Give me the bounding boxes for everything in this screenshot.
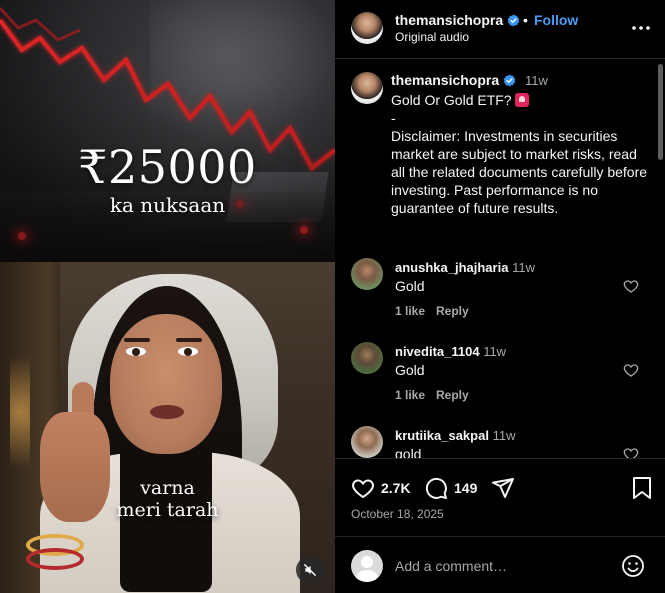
- presenter-eye: [126, 347, 146, 356]
- comment-avatar[interactable]: [351, 426, 383, 458]
- comment-username[interactable]: anushka_jhajharia 11w: [395, 260, 535, 275]
- like-count[interactable]: 2.7K: [381, 480, 411, 496]
- comment-action[interactable]: 149: [424, 476, 477, 500]
- comment-username-text: nivedita_1104: [395, 344, 480, 359]
- heart-icon[interactable]: [623, 446, 639, 458]
- loss-amount-text: ₹25000: [78, 140, 257, 194]
- mute-button[interactable]: [296, 556, 324, 584]
- scrollbar-thumb[interactable]: [658, 64, 663, 160]
- comment-bubble-icon[interactable]: [424, 476, 448, 500]
- comment-username-text: anushka_jhajharia: [395, 260, 509, 275]
- comment-username-text: krutiika_sakpal: [395, 428, 489, 443]
- caption-author-avatar[interactable]: [351, 72, 383, 104]
- comment-count: 149: [454, 480, 478, 496]
- media-bottom-panel: [0, 262, 335, 593]
- comment-item: anushka_jhajharia 11w Gold 1 like Reply: [335, 258, 665, 342]
- post-media[interactable]: ₹25000 ka nuksaan varna meri tarah: [0, 0, 335, 593]
- save-action[interactable]: [631, 476, 653, 500]
- red-bangle: [26, 548, 84, 570]
- share-paper-plane-icon[interactable]: [491, 476, 515, 500]
- caption-text: Gold Or Gold ETF? - Disclaimer: Investme…: [391, 91, 651, 217]
- video-overlay-caption: varna meri tarah: [0, 477, 335, 521]
- comment-item: krutiika_sakpal 11w gold: [335, 426, 665, 458]
- muted-speaker-icon: [304, 564, 316, 576]
- comment-time-ago: 11w: [492, 428, 516, 443]
- author-username-link[interactable]: themansichopra: [395, 12, 520, 28]
- presenter-face: [110, 314, 222, 454]
- current-user-avatar: [351, 550, 383, 582]
- presenter-eye: [178, 347, 198, 356]
- post-header: themansichopra • Follow Original audio: [335, 0, 665, 59]
- siren-emoji-icon: [514, 93, 529, 107]
- comment-time-ago: 11w: [512, 260, 535, 275]
- caption-time-ago[interactable]: 11w: [525, 73, 548, 88]
- follow-button[interactable]: Follow: [534, 12, 578, 28]
- like-action[interactable]: 2.7K: [351, 476, 411, 500]
- comment-likes-link[interactable]: 1 like: [395, 304, 425, 318]
- overlay-caption-line: varna: [140, 477, 195, 499]
- add-comment-bar: [335, 536, 665, 593]
- original-audio-link[interactable]: Original audio: [395, 30, 469, 44]
- loss-caption-text: ka nuksaan: [109, 193, 226, 217]
- caption-body: - Disclaimer: Investments in securities …: [391, 110, 648, 216]
- caption-title: Gold Or Gold ETF?: [391, 92, 512, 108]
- more-options-button[interactable]: [631, 18, 651, 38]
- media-shade: [0, 0, 335, 262]
- presenter-brow: [176, 338, 202, 342]
- presenter-mouth: [150, 405, 184, 419]
- comment-avatar[interactable]: [351, 258, 383, 290]
- heart-icon[interactable]: [623, 278, 639, 294]
- post-actions: 2.7K 149 October 18, 2025: [335, 458, 665, 536]
- media-top-panel: ₹25000 ka nuksaan: [0, 0, 335, 262]
- post-sidebar: themansichopra • Follow Original audio t…: [335, 0, 665, 593]
- comment-username[interactable]: nivedita_1104 11w: [395, 344, 506, 359]
- presenter-brow: [124, 338, 150, 342]
- comment-reply-button[interactable]: Reply: [436, 388, 469, 402]
- heart-icon[interactable]: [351, 476, 375, 500]
- comments-list[interactable]: themansichopra 11w Gold Or Gold ETF? - D…: [335, 60, 665, 458]
- more-options-icon: [632, 26, 650, 30]
- comment-reply-button[interactable]: Reply: [436, 304, 469, 318]
- comment-username[interactable]: krutiika_sakpal 11w: [395, 428, 515, 443]
- bookmark-icon[interactable]: [631, 476, 653, 500]
- caption-author-username: themansichopra: [391, 72, 500, 88]
- comment-time-ago: 11w: [483, 344, 507, 359]
- comment-input[interactable]: [395, 555, 605, 577]
- comment-text: Gold: [395, 362, 425, 378]
- share-action[interactable]: [491, 476, 515, 500]
- overlay-caption-line: meri tarah: [116, 499, 219, 521]
- verified-badge-icon: [503, 74, 516, 87]
- comment-text: Gold: [395, 278, 425, 294]
- comments-scrollbar[interactable]: [657, 60, 664, 458]
- comment-item: nivedita_1104 11w Gold 1 like Reply: [335, 342, 665, 426]
- author-username: themansichopra: [395, 12, 504, 28]
- post-date[interactable]: October 18, 2025: [351, 507, 444, 521]
- comment-likes-link[interactable]: 1 like: [395, 388, 425, 402]
- comment-avatar[interactable]: [351, 342, 383, 374]
- header-separator: •: [523, 12, 528, 28]
- caption-author-link[interactable]: themansichopra: [391, 72, 516, 88]
- heart-icon[interactable]: [623, 362, 639, 378]
- emoji-smiley-icon[interactable]: [621, 554, 645, 578]
- verified-badge-icon: [507, 14, 520, 27]
- background-warm-light: [10, 332, 30, 492]
- comment-text: gold: [395, 446, 422, 458]
- author-avatar[interactable]: [351, 12, 383, 44]
